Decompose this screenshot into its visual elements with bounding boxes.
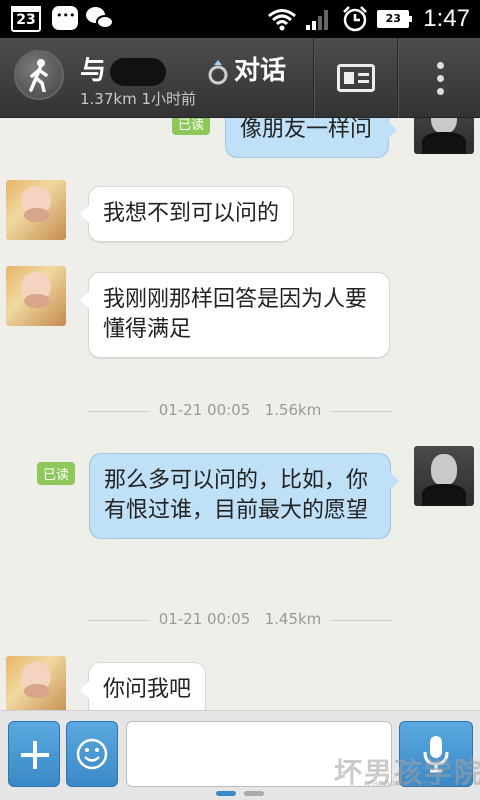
message-bubble-incoming[interactable]: 我刚刚那样回答是因为人要懂得满足 <box>80 272 390 358</box>
signal-icon <box>306 10 329 30</box>
message-text: 你问我吧 <box>103 677 192 702</box>
message-text: 我刚刚那样回答是因为人要懂得满足 <box>103 287 368 342</box>
panel-pager <box>216 791 264 796</box>
wifi-icon <box>268 9 297 31</box>
redacted-name <box>110 57 167 86</box>
message-text: 那么多可以问的，比如，你有恨过谁，目前最大的愿望 <box>104 468 369 523</box>
more-options-button[interactable] <box>400 38 480 118</box>
dot-icon <box>436 87 444 95</box>
timestamp-date: 01-21 00:05 <box>158 401 251 419</box>
message-list[interactable]: 已读 像朋友一样问 我想不到可以问的 我刚刚那样回答是因为人要懂得满足 01-2… <box>0 118 480 710</box>
message-bubble-incoming[interactable]: 你问我吧 <box>79 662 207 710</box>
read-badge: 已读 <box>37 462 76 485</box>
title-suffix: 对话 <box>234 56 287 86</box>
site-watermark: 坏男孩学院 manhome.com <box>334 751 480 791</box>
wechat-icon <box>86 7 114 31</box>
message-bubble-incoming[interactable]: 我想不到可以问的 <box>79 186 295 242</box>
compose-bar: 坏男孩学院 manhome.com <box>0 710 480 800</box>
walking-person-icon <box>29 59 48 92</box>
time-divider: 01-21 00:05 1.56km <box>0 401 480 419</box>
message-text: 我想不到可以问的 <box>103 201 280 226</box>
alarm-icon <box>343 6 368 32</box>
battery-icon: 23 <box>377 10 413 28</box>
walk-back-button[interactable] <box>14 50 64 100</box>
header-divider <box>313 38 315 118</box>
calendar-day: 23 <box>16 12 36 28</box>
message-bubble-outgoing[interactable]: 那么多可以问的，比如，你有恨过谁，目前最大的愿望 <box>89 453 399 539</box>
contact-avatar[interactable] <box>6 266 66 326</box>
id-card-icon <box>337 64 375 92</box>
attach-plus-button[interactable] <box>8 721 60 787</box>
message-bubble-outgoing[interactable]: 像朋友一样问 <box>225 118 397 158</box>
read-badge: 已读 <box>172 118 211 135</box>
contact-avatar[interactable] <box>6 656 66 710</box>
my-avatar[interactable] <box>414 446 474 506</box>
chat-notification-icon <box>52 6 78 30</box>
clock: 1:47 <box>423 5 470 32</box>
timestamp-distance: 1.45km <box>264 610 322 628</box>
profile-card-button[interactable] <box>316 38 396 118</box>
emoji-button[interactable] <box>66 721 118 787</box>
pager-dot <box>216 791 236 796</box>
ring-icon <box>208 59 228 84</box>
title-prefix: 与 <box>80 56 107 86</box>
status-bar: 23 23 1:47 <box>0 0 480 38</box>
chat-header: 与 对话 1.37km 1小时前 <box>0 38 480 118</box>
dot-icon <box>436 74 444 82</box>
my-avatar[interactable] <box>414 118 474 154</box>
battery-level: 23 <box>385 12 401 25</box>
calendar-icon: 23 <box>11 6 41 32</box>
contact-avatar[interactable] <box>6 180 66 240</box>
message-text: 像朋友一样问 <box>240 118 373 142</box>
header-divider <box>397 38 399 118</box>
distance-time-label: 1.37km 1小时前 <box>80 90 197 108</box>
chat-title: 与 对话 <box>80 50 286 87</box>
pager-dot <box>244 791 264 796</box>
dot-icon <box>436 61 444 69</box>
watermark-url: manhome.com <box>364 779 432 789</box>
time-divider: 01-21 00:05 1.45km <box>0 610 480 628</box>
timestamp-distance: 1.56km <box>264 401 322 419</box>
smiley-icon <box>76 738 108 770</box>
timestamp-date: 01-21 00:05 <box>158 610 251 628</box>
